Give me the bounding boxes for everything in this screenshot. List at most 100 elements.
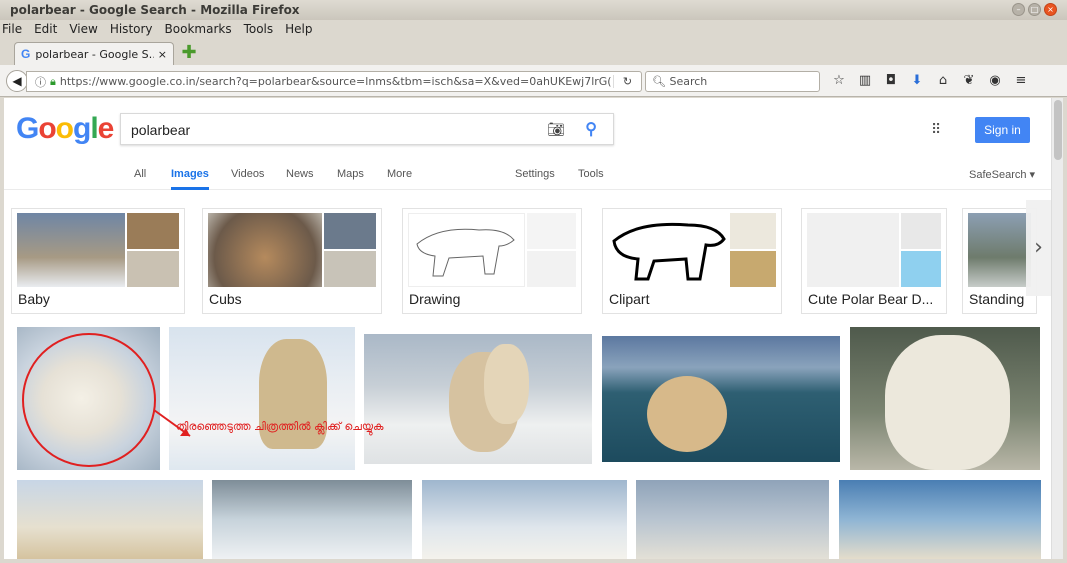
menu-file[interactable]: File [2, 20, 22, 39]
menu-help[interactable]: Help [285, 20, 312, 39]
tab-images[interactable]: Images [171, 168, 209, 190]
google-logo[interactable]: Google [16, 112, 114, 146]
tab-all[interactable]: All [134, 168, 146, 180]
camera-icon[interactable]: 📷︎ [547, 121, 565, 138]
chip-image [127, 251, 179, 287]
menu-tools[interactable]: Tools [244, 20, 274, 39]
chip-image [324, 251, 376, 287]
chip-image [127, 213, 179, 249]
chip-image [730, 213, 776, 249]
result-image[interactable] [602, 336, 840, 462]
google-search-input[interactable]: polarbear 📷︎ ⚲ [120, 113, 614, 145]
tab-label: polarbear - Google S… [35, 47, 154, 61]
back-icon[interactable]: ◀ [6, 70, 28, 92]
result-image[interactable] [839, 480, 1041, 559]
bear-sketch [416, 228, 515, 277]
chip-label: Cute Polar Bear D... [808, 291, 934, 307]
tab-tools[interactable]: Tools [578, 168, 604, 180]
tab-videos[interactable]: Videos [231, 168, 264, 180]
chip-label: Standing [969, 291, 1025, 307]
chip-image [968, 213, 1031, 287]
result-image[interactable] [422, 480, 627, 559]
annotation-text: തിരഞ്ഞെടുത്ത ചിത്രത്തിൽ ക്ലിക്ക് ചെയ്യുക [176, 420, 384, 433]
chip-image [901, 213, 941, 249]
window-titlebar: polarbear - Google Search - Mozilla Fire… [0, 0, 1067, 20]
tab-settings[interactable]: Settings [515, 168, 555, 180]
browser-search-field[interactable]: 🔍︎ Search [645, 71, 820, 92]
reload-icon[interactable]: ↻ [613, 75, 641, 88]
bear-shape [885, 335, 1010, 470]
tab-news[interactable]: News [286, 168, 314, 180]
result-image[interactable] [364, 334, 592, 464]
menu-view[interactable]: View [69, 20, 97, 39]
pocket-icon[interactable]: ◘ [884, 73, 898, 88]
sign-in-button[interactable]: Sign in [975, 117, 1030, 143]
annotation-overlay [22, 333, 191, 467]
info-icon[interactable]: ⓘ [35, 74, 46, 90]
apps-grid-icon[interactable]: ⠿ [931, 122, 941, 138]
menu-edit[interactable]: Edit [34, 20, 57, 39]
chip-image [730, 251, 776, 287]
page-content: Google polarbear 📷︎ ⚲ ⠿ Sign in All Imag… [4, 98, 1051, 559]
result-image[interactable] [850, 327, 1040, 470]
window-controls: – □ × [1012, 3, 1057, 16]
addon-icon[interactable]: ◉ [988, 73, 1002, 88]
google-search-icon[interactable]: ⚲ [585, 119, 597, 139]
extension-icon[interactable]: ❦ [962, 73, 976, 88]
maximize-icon[interactable]: □ [1028, 3, 1041, 16]
bear-shape [647, 376, 727, 452]
chip-image [408, 213, 525, 287]
menu-history[interactable]: History [110, 20, 153, 39]
chip-drawing[interactable]: Drawing [402, 208, 582, 314]
browser-search-placeholder: Search [669, 75, 708, 88]
home-icon[interactable]: ⌂ [936, 73, 950, 88]
google-favicon-icon: G [21, 47, 31, 61]
chip-image [901, 251, 941, 287]
tab-strip: G polarbear - Google S… × ✚ [0, 39, 1067, 65]
browser-tab[interactable]: G polarbear - Google S… × [14, 42, 174, 65]
search-icon: 🔍︎ [652, 75, 670, 88]
scrollbar-thumb[interactable] [1054, 100, 1062, 160]
google-search-query[interactable]: polarbear [131, 122, 190, 138]
hamburger-menu-icon[interactable]: ≡ [1014, 73, 1028, 88]
library-icon[interactable]: ▥ [858, 73, 872, 88]
chip-label: Baby [18, 291, 50, 307]
chip-image [17, 213, 125, 287]
window-title: polarbear - Google Search - Mozilla Fire… [10, 3, 300, 17]
new-tab-icon[interactable]: ✚ [180, 44, 198, 63]
tab-maps[interactable]: Maps [337, 168, 364, 180]
chip-label: Cubs [209, 291, 242, 307]
safesearch-toggle[interactable]: SafeSearch ▾ [969, 168, 1035, 181]
chip-label: Clipart [609, 291, 650, 307]
chips-next-arrow-icon[interactable]: › [1026, 200, 1051, 296]
chip-image [608, 213, 728, 287]
google-tabs: All Images Videos News Maps More Setting… [4, 160, 1051, 190]
chip-image [324, 213, 376, 249]
chip-image [527, 213, 576, 249]
nav-bar: ◀ ⓘ 🔒︎ https://www.google.co.in/search?q… [0, 65, 1067, 97]
tab-close-icon[interactable]: × [158, 48, 167, 61]
close-icon[interactable]: × [1044, 3, 1057, 16]
chip-cute-polar-bear[interactable]: Cute Polar Bear D... [801, 208, 947, 314]
minimize-icon[interactable]: – [1012, 3, 1025, 16]
download-icon[interactable]: ⬇ [910, 73, 924, 88]
result-image[interactable] [17, 480, 203, 559]
result-image[interactable] [212, 480, 412, 559]
url-text[interactable]: https://www.google.co.in/search?q=polarb… [60, 75, 613, 88]
bookmark-star-icon[interactable]: ☆ [832, 73, 846, 88]
bear-shape [484, 344, 529, 424]
tab-more[interactable]: More [387, 168, 412, 180]
result-image[interactable] [636, 480, 829, 559]
url-bar[interactable]: ⓘ 🔒︎ https://www.google.co.in/search?q=p… [26, 71, 642, 92]
chip-image [807, 213, 899, 287]
page-scrollbar[interactable] [1051, 98, 1063, 559]
related-searches: Baby Cubs Drawing Clipart Cute Polar Bea… [4, 208, 1051, 314]
bear-clipart [612, 222, 726, 281]
chip-label: Drawing [409, 291, 461, 307]
chip-baby[interactable]: Baby [11, 208, 185, 314]
chip-cubs[interactable]: Cubs [202, 208, 382, 314]
menu-bookmarks[interactable]: Bookmarks [165, 20, 232, 39]
menu-bar: File Edit View History Bookmarks Tools H… [0, 20, 1067, 39]
chip-clipart[interactable]: Clipart [602, 208, 782, 314]
lock-icon[interactable]: 🔒︎ [50, 75, 56, 89]
